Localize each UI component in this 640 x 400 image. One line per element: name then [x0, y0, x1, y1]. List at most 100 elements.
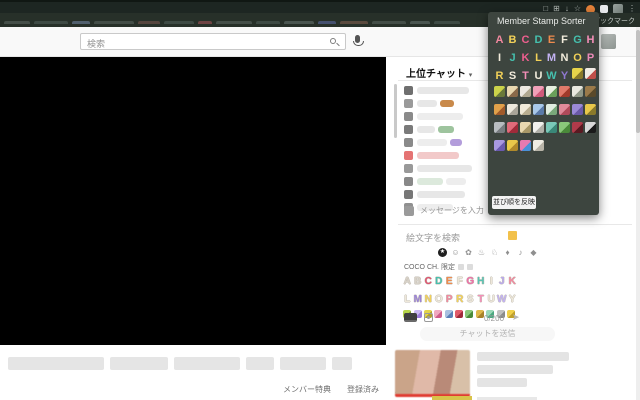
- bookmark-item[interactable]: [138, 21, 160, 24]
- member-stamp[interactable]: [558, 102, 571, 116]
- member-stamp[interactable]: [519, 120, 532, 134]
- subscribed-button[interactable]: 登録済み: [347, 384, 379, 395]
- bookmark-item[interactable]: [198, 21, 212, 24]
- bookmark-item[interactable]: [164, 21, 194, 24]
- bookmark-item[interactable]: [216, 21, 252, 24]
- category-member-stamps[interactable]: ★: [438, 248, 447, 257]
- member-stamp[interactable]: F: [558, 30, 571, 46]
- member-stamp[interactable]: [519, 84, 532, 98]
- member-stamp[interactable]: U: [532, 66, 545, 82]
- member-stamp[interactable]: A: [493, 30, 506, 46]
- member-stamp[interactable]: [532, 138, 545, 152]
- chat-footer-field[interactable]: チャットを送信: [420, 327, 555, 341]
- category-travel[interactable]: ♘: [490, 248, 499, 257]
- member-stamp[interactable]: R: [493, 66, 506, 82]
- member-stamp[interactable]: W: [497, 293, 508, 307]
- member-stamp[interactable]: [571, 66, 584, 80]
- member-stamp[interactable]: [493, 102, 506, 116]
- emoji-search-label[interactable]: 絵文字を検索: [406, 231, 460, 244]
- recommended-title-blurred[interactable]: [477, 352, 569, 391]
- member-stamp[interactable]: L: [532, 48, 545, 64]
- search-input[interactable]: 検索: [80, 33, 346, 50]
- category-animals[interactable]: ✿: [464, 248, 473, 257]
- video-player[interactable]: [0, 57, 386, 345]
- bookmark-item[interactable]: [34, 21, 68, 24]
- category-symbols[interactable]: ◆: [529, 248, 538, 257]
- member-stamp[interactable]: [506, 84, 519, 98]
- member-stamp[interactable]: N: [423, 293, 434, 307]
- bookmark-item[interactable]: [372, 21, 406, 24]
- member-stamp[interactable]: [584, 66, 597, 80]
- keyboard-toggle-icon[interactable]: [404, 313, 417, 322]
- apply-order-button[interactable]: 並び順を反映: [492, 196, 536, 209]
- bookmark-item[interactable]: [410, 21, 430, 24]
- bookmark-item[interactable]: [318, 21, 336, 24]
- member-stamp[interactable]: E: [545, 30, 558, 46]
- member-stamp[interactable]: S: [506, 66, 519, 82]
- member-stamp[interactable]: [545, 84, 558, 98]
- bookmark-item[interactable]: [434, 21, 460, 24]
- member-stamp[interactable]: L: [402, 293, 413, 307]
- member-stamp[interactable]: B: [413, 275, 424, 289]
- member-stamp[interactable]: K: [507, 275, 518, 289]
- category-objects[interactable]: ♦: [503, 248, 512, 257]
- extensions-puzzle-icon[interactable]: [600, 5, 608, 13]
- member-stamp[interactable]: T: [519, 66, 532, 82]
- member-stamp[interactable]: [571, 84, 584, 98]
- member-stamp[interactable]: [571, 120, 584, 134]
- member-stamp[interactable]: M: [545, 48, 558, 64]
- chat-input-row[interactable]: メッセージを入力: [404, 205, 484, 216]
- selected-emoji-swatch[interactable]: [508, 231, 517, 240]
- send-icon[interactable]: ➤: [512, 312, 520, 323]
- member-stamp[interactable]: R: [455, 293, 466, 307]
- member-stamp[interactable]: P: [584, 48, 597, 64]
- member-stamp[interactable]: B: [506, 30, 519, 46]
- chat-scrollbar[interactable]: [394, 84, 397, 138]
- member-stamp[interactable]: D: [532, 30, 545, 46]
- bookmark-item[interactable]: [4, 21, 30, 24]
- member-stamp[interactable]: [584, 102, 597, 116]
- member-stamp[interactable]: C: [519, 30, 532, 46]
- member-stamp[interactable]: J: [497, 275, 508, 289]
- stamp-toggle-icon[interactable]: [424, 313, 433, 322]
- member-stamp[interactable]: G: [465, 275, 476, 289]
- member-stamp[interactable]: C: [423, 275, 434, 289]
- member-stamp[interactable]: S: [465, 293, 476, 307]
- member-stamp[interactable]: [532, 120, 545, 134]
- member-stamp[interactable]: G: [571, 30, 584, 46]
- member-stamp[interactable]: [532, 84, 545, 98]
- category-activities[interactable]: ♪: [516, 248, 525, 257]
- scrollbar-thumb[interactable]: [636, 30, 640, 133]
- member-stamp[interactable]: I: [493, 48, 506, 64]
- bookmark-item[interactable]: [284, 21, 314, 24]
- member-stamp[interactable]: [558, 120, 571, 134]
- member-stamp[interactable]: [506, 102, 519, 116]
- bookmark-item[interactable]: [340, 21, 368, 24]
- member-stamp[interactable]: J: [506, 48, 519, 64]
- member-stamp[interactable]: H: [584, 30, 597, 46]
- member-stamp[interactable]: O: [434, 293, 445, 307]
- member-stamp[interactable]: D: [434, 275, 445, 289]
- member-stamp[interactable]: [545, 120, 558, 134]
- bookmark-item[interactable]: [94, 21, 134, 24]
- member-stamp[interactable]: M: [413, 293, 424, 307]
- member-stamp[interactable]: [506, 120, 519, 134]
- chat-mode-dropdown[interactable]: 上位チャット ▾: [406, 65, 472, 80]
- member-stamp[interactable]: [532, 102, 545, 116]
- category-smileys[interactable]: ☺: [451, 248, 460, 257]
- account-avatar[interactable]: [601, 34, 616, 49]
- member-stamp[interactable]: O: [571, 48, 584, 64]
- member-stamp[interactable]: E: [444, 275, 455, 289]
- member-stamp[interactable]: T: [476, 293, 487, 307]
- search-icon[interactable]: [330, 38, 336, 44]
- member-stamp[interactable]: W: [545, 66, 558, 82]
- member-stamp[interactable]: [493, 138, 506, 152]
- member-stamp[interactable]: Y: [558, 66, 571, 82]
- member-stamp[interactable]: H: [476, 275, 487, 289]
- member-perks-button[interactable]: メンバー特典: [283, 384, 331, 395]
- member-stamp[interactable]: K: [519, 48, 532, 64]
- member-stamp[interactable]: F: [455, 275, 466, 289]
- bookmark-item[interactable]: [72, 21, 90, 24]
- category-food[interactable]: ♨: [477, 248, 486, 257]
- member-stamp[interactable]: [519, 102, 532, 116]
